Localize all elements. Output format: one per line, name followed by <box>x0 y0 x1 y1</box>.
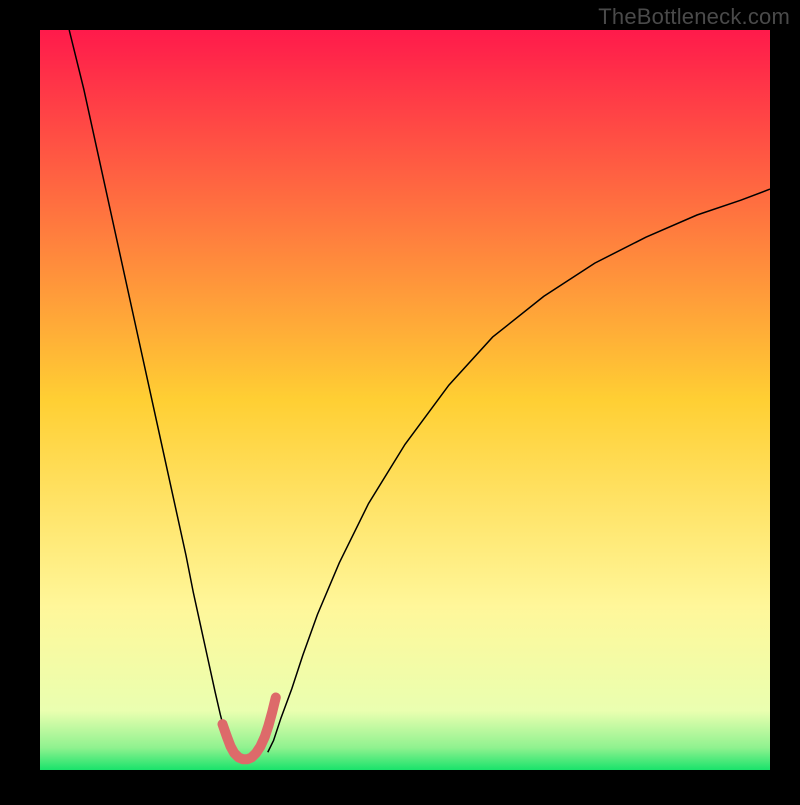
plot-background <box>40 30 770 770</box>
chart-frame: { "watermark": "TheBottleneck.com", "cha… <box>0 0 800 800</box>
bottleneck-curve-chart <box>0 0 800 800</box>
watermark-text: TheBottleneck.com <box>598 4 790 30</box>
